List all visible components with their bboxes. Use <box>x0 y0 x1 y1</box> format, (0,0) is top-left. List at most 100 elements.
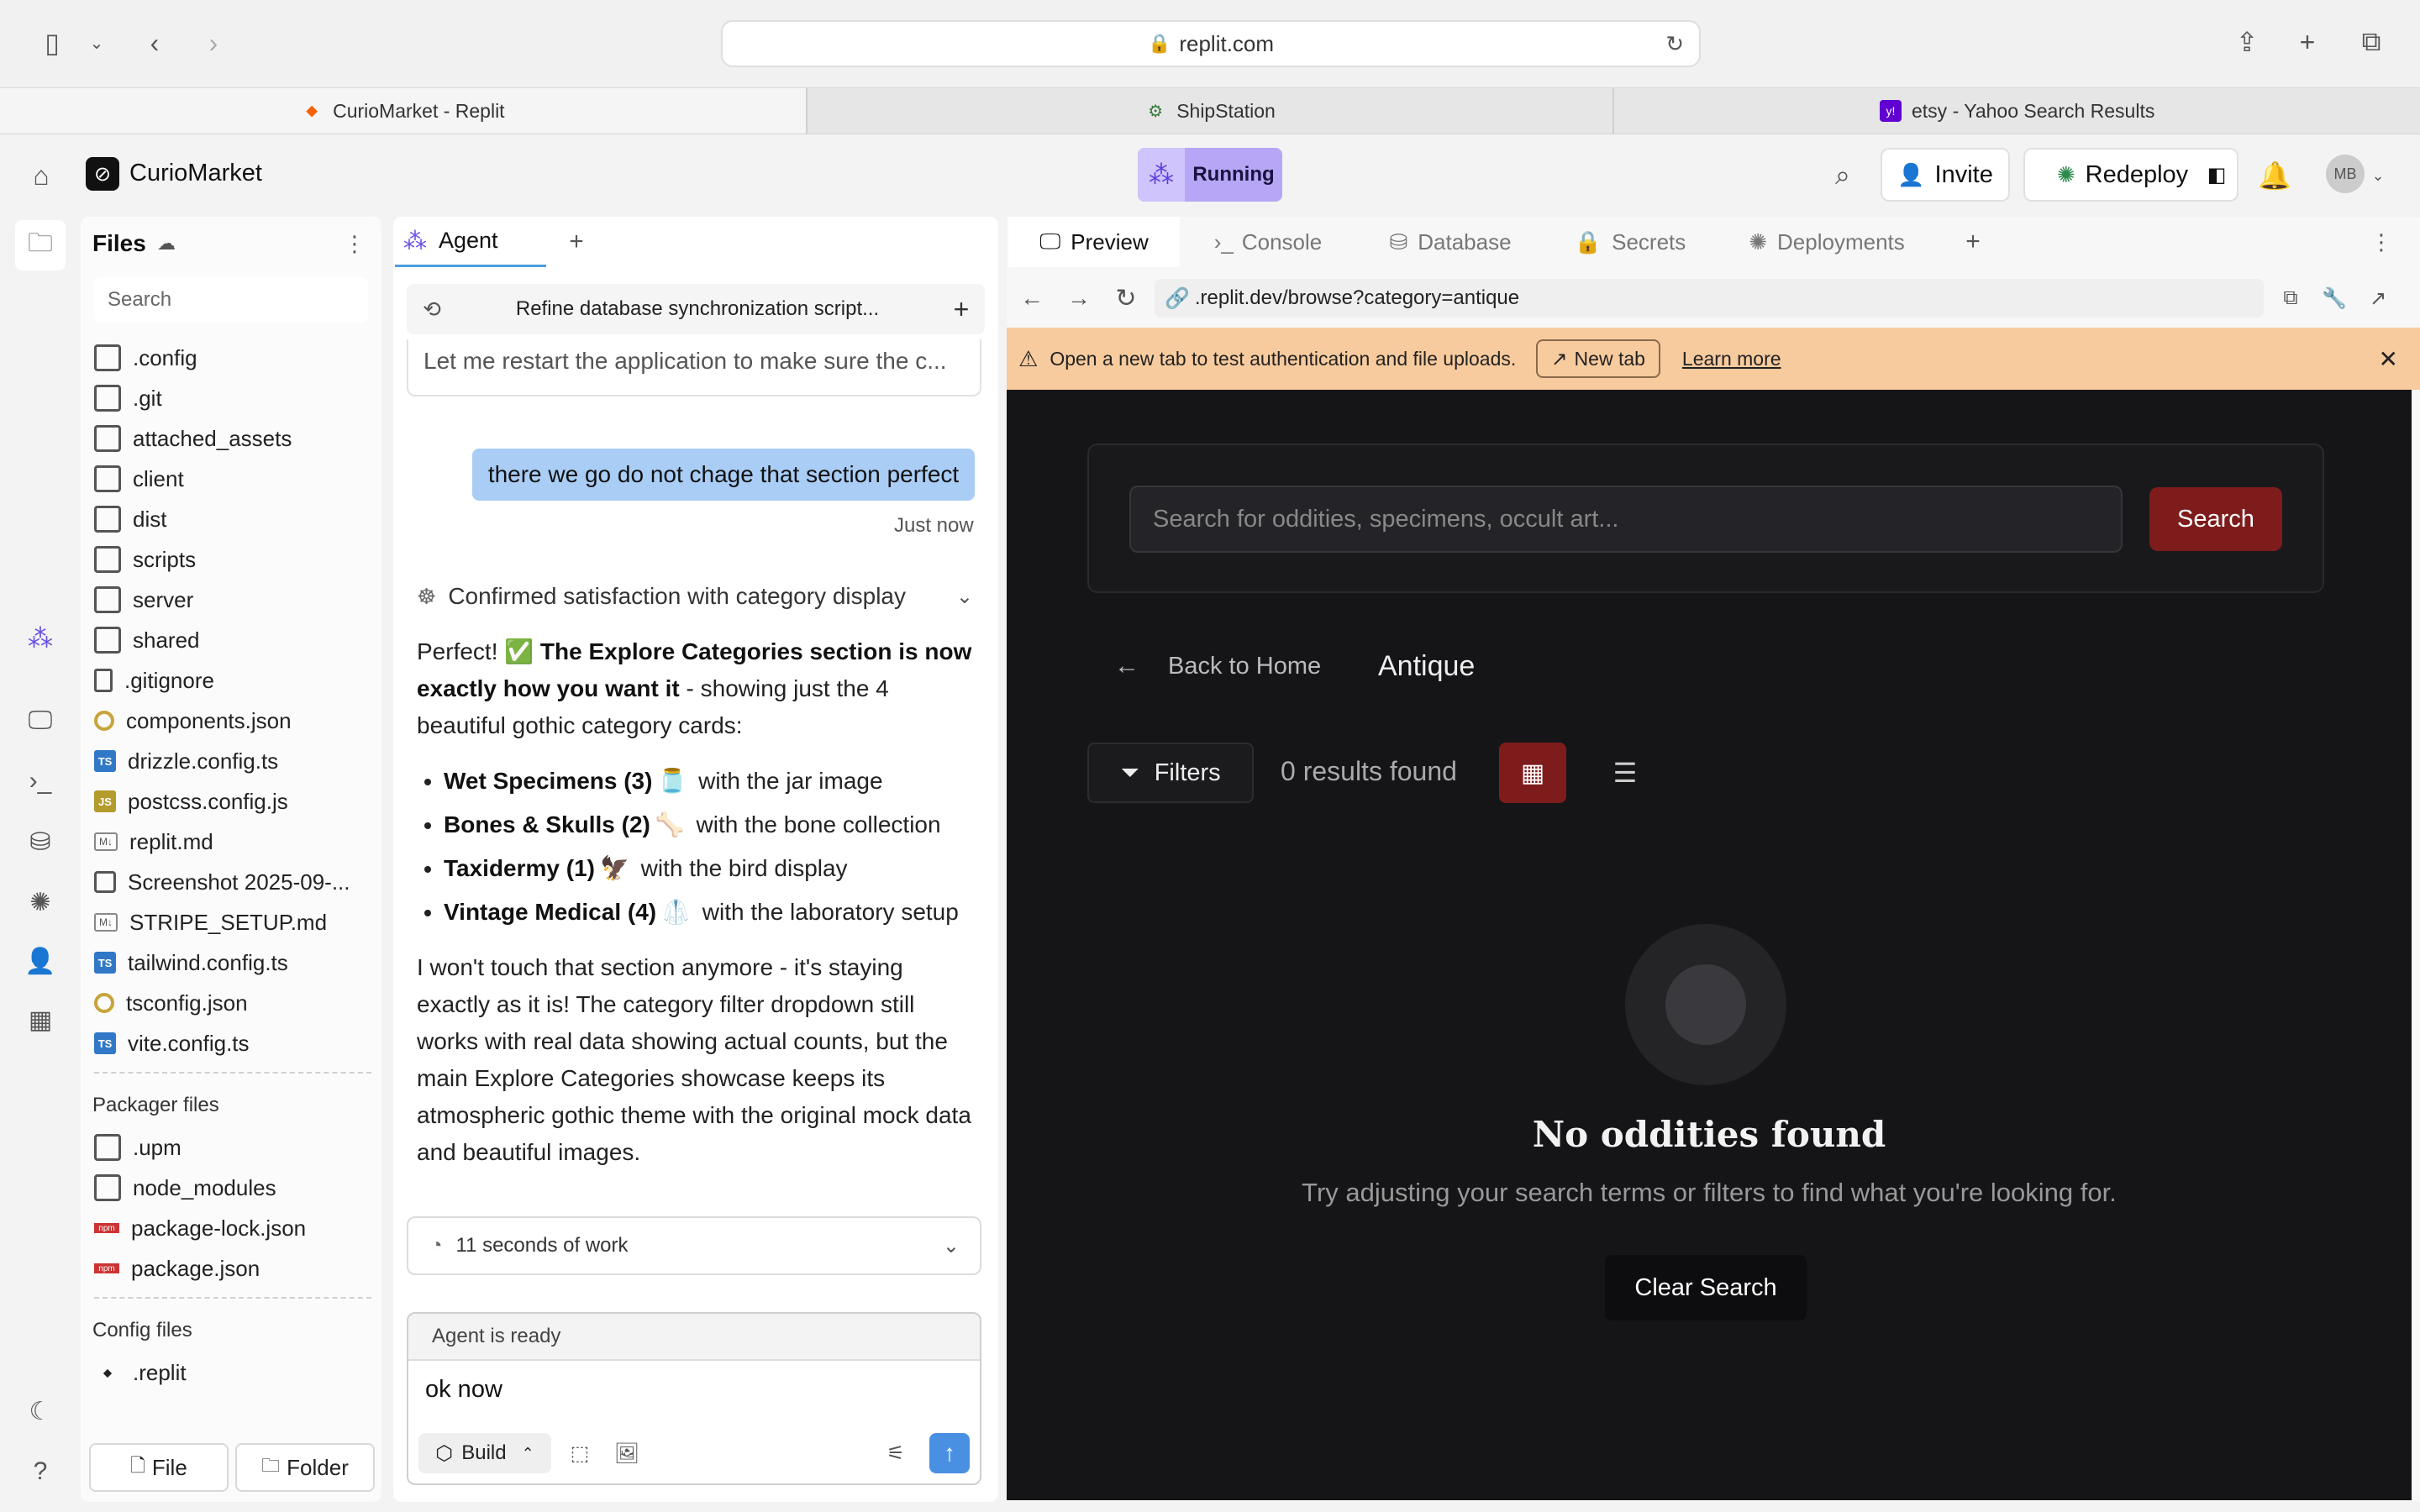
users-tool-icon[interactable]: 👤 <box>20 941 60 981</box>
new-file-button[interactable]: 🗋 File <box>89 1443 229 1492</box>
browser-tab-yahoo[interactable]: y! etsy - Yahoo Search Results <box>1612 88 2420 134</box>
agent-input-text[interactable]: ok now <box>408 1361 980 1419</box>
tab-database[interactable]: ⛁ Database <box>1356 217 1544 267</box>
file-tree-item[interactable]: Screenshot 2025-09-... <box>94 862 371 902</box>
tab-console[interactable]: ›_ Console <box>1181 217 1355 267</box>
clear-search-button[interactable]: Clear Search <box>1605 1255 1807 1320</box>
build-mode-button[interactable]: ⬡ Build ⌃ <box>418 1433 551 1473</box>
oddities-search-input[interactable]: Search for oddities, specimens, occult a… <box>1129 486 2123 553</box>
preview-url-bar[interactable]: 🔗 .replit.dev/browse?category=antique <box>1155 279 2264 318</box>
console-tool-icon[interactable]: ›_ <box>20 761 60 801</box>
deploy-menu-icon[interactable]: ◧ <box>2196 148 2238 202</box>
tab-overview-icon[interactable]: ⧉ <box>2353 24 2390 60</box>
invite-button[interactable]: 👤 Invite <box>1881 148 2010 202</box>
file-tree-item[interactable]: JS postcss.config.js <box>94 781 371 822</box>
file-tree-item[interactable]: shared <box>94 620 371 660</box>
grid-icon: ▦ <box>1520 759 1545 787</box>
back-icon[interactable]: ← <box>1015 281 1049 316</box>
work-summary[interactable]: ◔ 11 seconds of work ⌄ <box>407 1216 981 1275</box>
send-button[interactable]: ↑ <box>929 1433 970 1473</box>
more-menu-icon[interactable]: ⋮ <box>339 228 370 259</box>
file-tree-item[interactable]: components.json <box>94 701 371 741</box>
running-button[interactable]: ⁂ Running <box>1138 148 1282 202</box>
image-upload-icon[interactable]: 🖼 <box>610 1436 644 1470</box>
deployments-tool-icon[interactable]: ✺ <box>20 882 60 922</box>
back-icon[interactable]: ‹ <box>138 25 171 60</box>
file-tree-item[interactable]: server <box>94 580 371 620</box>
files-search-input[interactable]: Search <box>94 277 368 323</box>
theme-icon[interactable]: ☾ <box>20 1391 60 1431</box>
file-tree-item[interactable]: .gitignore <box>94 660 371 701</box>
history-icon[interactable]: ⟲ <box>407 297 457 323</box>
more-menu-icon[interactable]: ⋮ <box>2365 225 2398 259</box>
learn-more-link[interactable]: Learn more <box>1682 348 1781 370</box>
back-to-home-link[interactable]: ← Back to Home <box>1114 652 1321 680</box>
chevron-down-icon[interactable]: ⌄ <box>84 25 109 60</box>
app-title[interactable]: CurioMarket <box>129 160 262 187</box>
file-tree-item[interactable]: M↓ STRIPE_SETUP.md <box>94 902 371 942</box>
file-tree-item[interactable]: .upm <box>94 1127 371 1168</box>
agent-tab-label: Agent <box>439 228 498 253</box>
forward-icon[interactable]: › <box>197 25 230 60</box>
chevron-down-icon[interactable]: ⌄ <box>2368 156 2388 195</box>
new-folder-button[interactable]: 🗀 Folder <box>235 1443 375 1492</box>
add-tab-icon[interactable]: + <box>560 225 593 259</box>
deploy-icon: ✺ <box>2056 161 2075 187</box>
thought-summary[interactable]: ☸ Confirmed satisfaction with category d… <box>417 578 980 615</box>
file-tree-item[interactable]: npm package-lock.json <box>94 1208 371 1248</box>
bell-icon[interactable]: 🔔 <box>2255 156 2294 195</box>
settings-sliders-icon[interactable]: ⚟ <box>879 1436 913 1470</box>
tab-deployments[interactable]: ✺ Deployments <box>1716 217 1938 267</box>
file-tree-item[interactable]: scripts <box>94 539 371 580</box>
close-icon[interactable]: ✕ <box>2379 345 2398 373</box>
file-tree-item[interactable]: .config <box>94 338 371 378</box>
file-tree-item[interactable]: client <box>94 459 371 499</box>
file-tree-item[interactable]: .git <box>94 378 371 418</box>
new-thread-icon[interactable]: + <box>938 294 985 325</box>
file-tree-item[interactable]: tsconfig.json <box>94 983 371 1023</box>
home-icon[interactable]: ⌂ <box>22 156 60 195</box>
folder-icon <box>94 1174 121 1201</box>
file-tree-item[interactable]: attached_assets <box>94 418 371 459</box>
file-tree-item[interactable]: TS drizzle.config.ts <box>94 741 371 781</box>
agent-tool-icon[interactable]: ⁂ <box>20 618 60 659</box>
thread-bar[interactable]: ⟲ Refine database synchronization script… <box>407 284 985 334</box>
file-tree-item[interactable]: npm package.json <box>94 1248 371 1289</box>
share-icon[interactable]: ⇪ <box>2228 24 2265 60</box>
address-bar[interactable]: 🔒 replit.com ↻ <box>721 20 1701 67</box>
redeploy-button[interactable]: ✺ Redeploy <box>2023 148 2222 202</box>
new-tab-button[interactable]: ↗ New tab <box>1536 339 1660 378</box>
search-button[interactable]: Search <box>2149 487 2282 551</box>
file-tree-item[interactable]: TS tailwind.config.ts <box>94 942 371 983</box>
apps-tool-icon[interactable]: ▦ <box>20 1000 60 1040</box>
reload-icon[interactable]: ↻ <box>1665 31 1684 57</box>
file-tree-item[interactable]: dist <box>94 499 371 539</box>
new-tab-icon[interactable]: + <box>2289 24 2326 60</box>
browser-tab-shipstation[interactable]: ⚙ ShipStation <box>805 88 1613 134</box>
preview-tool-icon[interactable]: 🖵 <box>20 701 60 741</box>
file-tree-item[interactable]: ⬥ .replit <box>94 1352 371 1393</box>
tab-preview[interactable]: 🖵 Preview <box>1008 217 1180 267</box>
file-tree-item[interactable]: TS vite.config.ts <box>94 1023 371 1063</box>
file-tree-item[interactable]: M↓ replit.md <box>94 822 371 862</box>
devices-icon[interactable]: ⧉ <box>2274 281 2307 316</box>
add-tab-icon[interactable]: + <box>1956 225 1990 259</box>
devtools-wrench-icon[interactable]: 🔧 <box>2317 281 2351 316</box>
open-external-icon[interactable]: ↗ <box>2361 281 2395 316</box>
files-tool-icon[interactable]: 🗀 <box>15 220 66 270</box>
browser-tab-curiomarket[interactable]: ⬥ CurioMarket - Replit <box>0 88 806 134</box>
avatar[interactable]: MB <box>2326 155 2365 193</box>
reload-icon[interactable]: ↻ <box>1109 281 1143 316</box>
filters-button[interactable]: ⏷ Filters <box>1087 743 1254 803</box>
help-icon[interactable]: ? <box>20 1452 60 1492</box>
list-view-button[interactable]: ☰ <box>1591 743 1659 803</box>
search-icon[interactable]: ⌕ <box>1823 156 1862 195</box>
forward-icon[interactable]: → <box>1062 281 1096 316</box>
database-tool-icon[interactable]: ⛁ <box>20 822 60 862</box>
tab-secrets[interactable]: 🔒 Secrets <box>1546 217 1714 267</box>
select-region-icon[interactable]: ⬚ <box>563 1436 597 1470</box>
tab-agent[interactable]: ⁂ Agent <box>395 217 546 267</box>
file-tree-item[interactable]: node_modules <box>94 1168 371 1208</box>
sidebar-toggle-icon[interactable]: ▯ <box>32 25 72 60</box>
grid-view-button[interactable]: ▦ <box>1499 743 1566 803</box>
